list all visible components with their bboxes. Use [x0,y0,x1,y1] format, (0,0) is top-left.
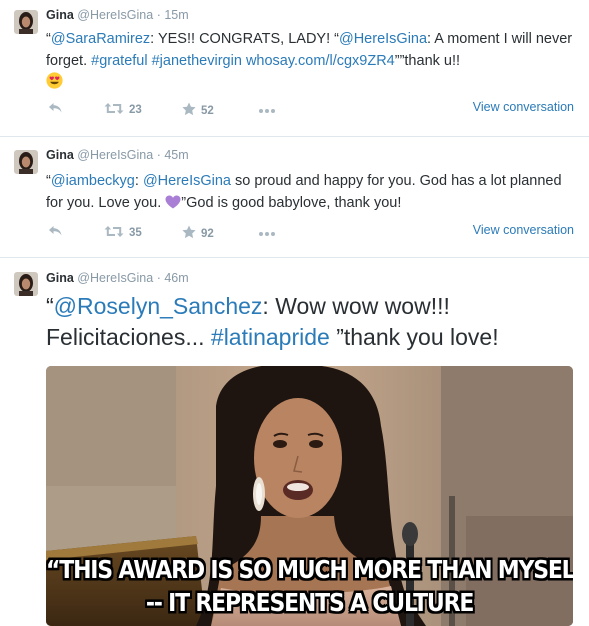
retweet-icon [104,102,124,118]
mention-link[interactable]: @Roselyn_Sanchez [54,293,263,319]
more-button[interactable] [258,228,276,240]
author-name[interactable]: Gina [46,148,74,162]
award-speech-photo [46,366,573,626]
view-conversation-link[interactable]: View conversation [473,223,574,237]
separator-dot: · [156,148,161,162]
tweet-header: Gina @HereIsGina · 45m [46,148,189,162]
hashtag-link[interactable]: #latinapride [211,324,330,350]
more-button[interactable] [258,105,276,117]
text-segment: ””thank u!! [394,53,461,69]
mention-link[interactable]: @SaraRamirez [51,31,150,47]
avatar[interactable] [14,272,38,296]
reply-icon [48,102,63,117]
tweet-text: “@Roselyn_Sanchez: Wow wow wow!!! Felici… [46,291,586,353]
image-caption-line-2: -- IT REPRESENTS A CULTURE [145,589,475,618]
favorite-icon [182,102,196,119]
reply-icon [48,225,63,240]
reply-button[interactable] [48,102,63,117]
timestamp[interactable]: 46m [164,271,188,285]
retweet-count: 23 [129,104,142,116]
favorite-icon [182,225,196,242]
tweet-header: Gina @HereIsGina · 46m [46,271,189,285]
favorite-button[interactable]: 52 [182,102,214,119]
author-name[interactable]: Gina [46,271,74,285]
mention-link[interactable]: @iambeckyg [51,173,135,189]
image-caption-line-1: “THIS AWARD IS SO MUCH MORE THAN MYSELF [46,556,573,585]
reply-button[interactable] [48,225,63,240]
retweet-icon [104,225,124,241]
favorite-count: 92 [201,227,214,240]
separator-dot: · [156,271,161,285]
favorite-button[interactable]: 92 [182,225,214,242]
purple-heart-emoji-icon [165,194,181,216]
avatar[interactable] [14,10,38,34]
timestamp[interactable]: 45m [164,148,188,162]
tweet-text: “@iambeckyg: @HereIsGina so proud and ha… [46,170,581,216]
separator-dot: · [156,8,161,22]
tweet-header: Gina @HereIsGina · 15m [46,8,189,22]
url-link[interactable]: whosay.com/l/cgx9ZR4 [246,53,395,69]
tweet-media-image[interactable]: “THIS AWARD IS SO MUCH MORE THAN MYSELF … [46,366,573,626]
author-handle[interactable]: @HereIsGina [77,271,153,285]
timestamp[interactable]: 15m [164,8,188,22]
tweet-1[interactable]: Gina @HereIsGina · 15m “@SaraRamirez: YE… [0,0,589,137]
hashtag-link[interactable]: #grateful [91,53,147,69]
retweet-button[interactable]: 35 [104,225,142,241]
retweet-count: 35 [129,227,142,239]
tweet-text: “@SaraRamirez: YES!! CONGRATS, LADY! “@H… [46,28,581,96]
text-segment: : YES!! CONGRATS, LADY! “ [150,31,339,47]
author-name[interactable]: Gina [46,8,74,22]
retweet-button[interactable]: 23 [104,102,142,118]
more-icon [258,105,276,117]
text-segment: ”God is good babylove, thank you! [181,195,402,211]
author-handle[interactable]: @HereIsGina [77,148,153,162]
tweet-actions: 23 52 View conversation [46,100,574,119]
mention-link[interactable]: @HereIsGina [339,31,427,47]
tweet-2[interactable]: Gina @HereIsGina · 45m “@iambeckyg: @Her… [0,137,589,258]
favorite-count: 52 [201,104,214,117]
text-segment: ”thank you love! [329,324,499,350]
more-icon [258,228,276,240]
avatar[interactable] [14,150,38,174]
mention-link[interactable]: @HereIsGina [143,173,231,189]
text-segment: “ [46,293,54,319]
hashtag-link[interactable]: #janethevirgin [152,53,242,69]
author-handle[interactable]: @HereIsGina [77,8,153,22]
view-conversation-link[interactable]: View conversation [473,100,574,114]
text-segment: : [134,173,143,189]
heart-eyes-emoji-icon [46,72,63,96]
tweet-actions: 35 92 View conversation [46,223,574,242]
